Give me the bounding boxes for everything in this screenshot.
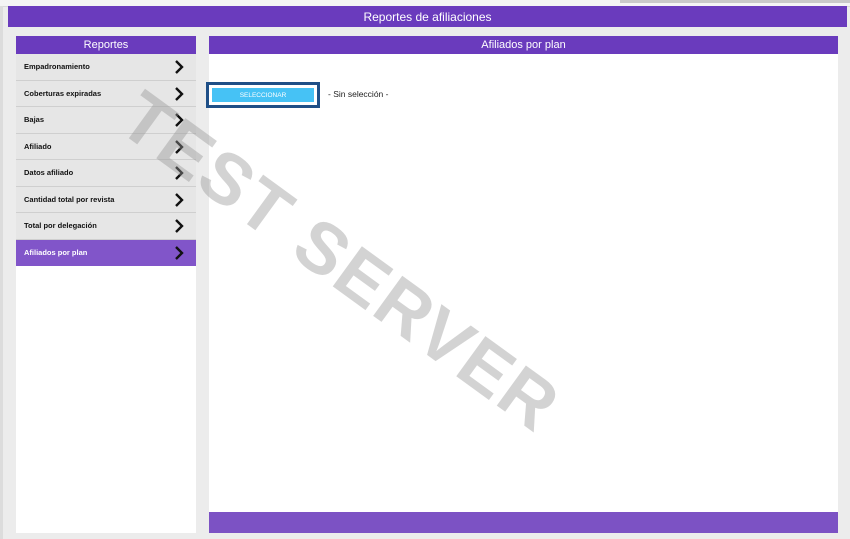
sidebar-item[interactable]: Total por delegación	[16, 213, 196, 240]
sidebar-item[interactable]: Afiliados por plan	[16, 239, 196, 266]
left-edge-strip	[0, 6, 3, 539]
content-title: Afiliados por plan	[481, 39, 566, 51]
content-footer-bar	[209, 512, 838, 533]
sidebar-item-label: Coberturas expiradas	[24, 88, 102, 98]
reports-menu: Empadronamiento Coberturas expiradas Bajas…	[16, 54, 196, 266]
page-title: Reportes de afiliaciones	[363, 9, 492, 24]
chevron-right-icon	[175, 86, 184, 101]
chevron-right-icon	[175, 245, 184, 260]
sidebar-item-label: Cantidad total por revista	[24, 194, 115, 204]
chevron-right-icon	[175, 60, 184, 74]
chevron-right-icon	[175, 219, 184, 233]
sidebar-item[interactable]: Datos afiliado	[16, 160, 196, 187]
select-button[interactable]: SELECCIONAR	[212, 88, 314, 102]
chevron-right-icon	[175, 113, 184, 127]
sidebar-header: Reportes	[16, 36, 196, 54]
chevron-right-icon	[175, 192, 184, 207]
sidebar-item[interactable]: Bajas	[16, 107, 196, 134]
sidebar-item-label: Afiliados por plan	[24, 247, 88, 257]
report-content-panel: Afiliados por plan SELECCIONAR - Sin sel…	[206, 36, 838, 533]
sidebar-item-label: Bajas	[24, 115, 45, 124]
content-header: Afiliados por plan	[209, 36, 838, 54]
select-button-focus-frame: SELECCIONAR	[206, 82, 320, 108]
sidebar-item-label: Datos afiliado	[24, 168, 74, 177]
chevron-right-icon	[175, 166, 184, 180]
selection-status: - Sin selección -	[328, 89, 389, 99]
sidebar-item-label: Total por delegación	[24, 221, 97, 230]
sidebar-item[interactable]: Afiliado	[16, 133, 196, 160]
sidebar-title: Reportes	[83, 39, 129, 51]
content-body: SELECCIONAR - Sin selección -	[206, 54, 838, 512]
reports-sidebar: Reportes Empadronamiento Coberturas expir…	[16, 36, 196, 533]
sidebar-item[interactable]: Coberturas expiradas	[16, 80, 196, 107]
page-title-bar: Reportes de afiliaciones	[8, 6, 847, 27]
sidebar-item[interactable]: Empadronamiento	[16, 54, 196, 81]
sidebar-item-label: Empadronamiento	[24, 62, 90, 71]
top-edge-strip	[620, 0, 850, 3]
sidebar-item[interactable]: Cantidad total por revista	[16, 186, 196, 213]
sidebar-item-label: Afiliado	[24, 141, 52, 151]
chevron-right-icon	[175, 139, 184, 154]
